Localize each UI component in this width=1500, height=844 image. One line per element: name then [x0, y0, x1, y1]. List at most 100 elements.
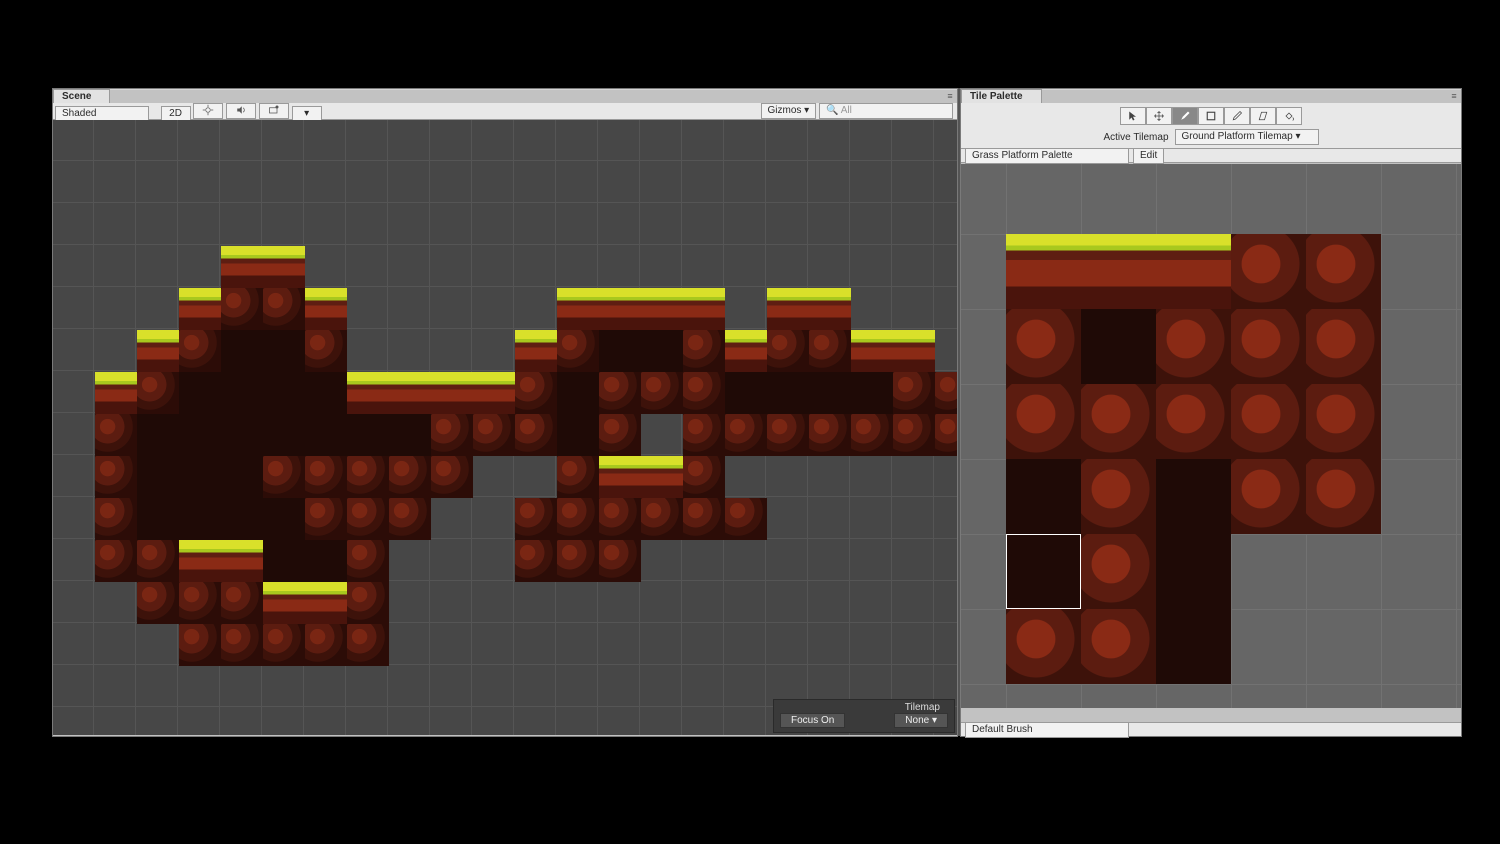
level-tile[interactable]	[725, 498, 767, 540]
level-tile[interactable]	[221, 624, 263, 666]
level-tile[interactable]	[305, 498, 347, 540]
level-tile[interactable]	[347, 414, 389, 456]
level-tile[interactable]	[263, 540, 305, 582]
level-tile[interactable]	[515, 414, 557, 456]
level-tile[interactable]	[683, 330, 725, 372]
level-tile[interactable]	[179, 288, 221, 330]
level-tile[interactable]	[431, 456, 473, 498]
palette-tile[interactable]	[1006, 384, 1081, 459]
level-tile[interactable]	[137, 540, 179, 582]
level-tile[interactable]	[557, 330, 599, 372]
level-tile[interactable]	[95, 540, 137, 582]
level-tile[interactable]	[389, 372, 431, 414]
level-tile[interactable]	[95, 414, 137, 456]
palette-tile[interactable]	[1156, 534, 1231, 609]
palette-tile[interactable]	[1156, 309, 1231, 384]
level-tile[interactable]	[809, 288, 851, 330]
palette-tile[interactable]	[1081, 459, 1156, 534]
level-tile[interactable]	[641, 288, 683, 330]
active-tilemap-dropdown[interactable]: Ground Platform Tilemap ▾	[1175, 129, 1319, 145]
level-tile[interactable]	[263, 372, 305, 414]
box-tool-icon[interactable]	[1198, 107, 1224, 125]
level-tile[interactable]	[179, 582, 221, 624]
level-tile[interactable]	[809, 330, 851, 372]
level-tile[interactable]	[179, 372, 221, 414]
level-tile[interactable]	[389, 414, 431, 456]
level-tile[interactable]	[221, 288, 263, 330]
level-tile[interactable]	[767, 414, 809, 456]
level-tile[interactable]	[683, 372, 725, 414]
level-tile[interactable]	[305, 414, 347, 456]
palette-selector-dropdown[interactable]: Grass Platform Palette	[965, 148, 1129, 164]
level-tile[interactable]	[767, 372, 809, 414]
palette-tile[interactable]	[1006, 609, 1081, 684]
palette-tile[interactable]	[1306, 309, 1381, 384]
palette-tile[interactable]	[1306, 459, 1381, 534]
palette-tile[interactable]	[1306, 384, 1381, 459]
level-tile[interactable]	[725, 372, 767, 414]
level-tile[interactable]	[767, 330, 809, 372]
move-tool-icon[interactable]	[1146, 107, 1172, 125]
level-tile[interactable]	[893, 414, 935, 456]
palette-tile[interactable]	[1231, 384, 1306, 459]
palette-tile[interactable]	[1231, 459, 1306, 534]
palette-tile[interactable]	[1081, 609, 1156, 684]
level-tile[interactable]	[515, 330, 557, 372]
palette-edit-button[interactable]: Edit	[1133, 148, 1164, 164]
level-tile[interactable]	[137, 456, 179, 498]
level-tile[interactable]	[557, 498, 599, 540]
level-tile[interactable]	[557, 372, 599, 414]
level-tile[interactable]	[347, 582, 389, 624]
level-tile[interactable]	[221, 246, 263, 288]
level-tile[interactable]	[725, 330, 767, 372]
focus-on-button[interactable]: Focus On	[780, 713, 845, 728]
level-tile[interactable]	[221, 582, 263, 624]
level-tile[interactable]	[347, 456, 389, 498]
level-tile[interactable]	[557, 288, 599, 330]
level-tile[interactable]	[263, 414, 305, 456]
level-tile[interactable]	[431, 414, 473, 456]
level-tile[interactable]	[599, 330, 641, 372]
level-tile[interactable]	[179, 414, 221, 456]
focus-target-dropdown[interactable]: None ▾	[894, 713, 948, 728]
level-tile[interactable]	[221, 372, 263, 414]
level-tile[interactable]	[557, 540, 599, 582]
level-tile[interactable]	[221, 414, 263, 456]
palette-tile[interactable]	[1006, 309, 1081, 384]
level-tile[interactable]	[95, 456, 137, 498]
level-tile[interactable]	[137, 498, 179, 540]
palette-tile[interactable]	[1156, 459, 1231, 534]
level-tile[interactable]	[95, 372, 137, 414]
palette-tile[interactable]	[1081, 534, 1156, 609]
level-tile[interactable]	[515, 372, 557, 414]
level-tile[interactable]	[683, 288, 725, 330]
palette-tile[interactable]	[1156, 384, 1231, 459]
level-tile[interactable]	[935, 414, 957, 456]
level-tile[interactable]	[389, 456, 431, 498]
palette-tile[interactable]	[1156, 609, 1231, 684]
tile-palette-tab[interactable]: Tile Palette	[961, 89, 1042, 104]
level-tile[interactable]	[767, 288, 809, 330]
level-tile[interactable]	[641, 330, 683, 372]
brush-selector-dropdown[interactable]: Default Brush	[965, 722, 1129, 738]
level-tile[interactable]	[851, 330, 893, 372]
level-tile[interactable]	[347, 372, 389, 414]
palette-tile[interactable]	[1081, 234, 1156, 309]
level-tile[interactable]	[515, 498, 557, 540]
scene-search-input[interactable]: 🔍 All	[819, 103, 953, 119]
level-tile[interactable]	[263, 582, 305, 624]
scene-viewport[interactable]: Tilemap Focus On None ▾	[53, 120, 957, 735]
level-tile[interactable]	[221, 498, 263, 540]
level-tile[interactable]	[137, 372, 179, 414]
level-tile[interactable]	[305, 540, 347, 582]
level-tile[interactable]	[641, 372, 683, 414]
palette-tile[interactable]	[1006, 534, 1081, 609]
level-tile[interactable]	[557, 456, 599, 498]
level-tile[interactable]	[599, 414, 641, 456]
palette-tile[interactable]	[1081, 384, 1156, 459]
level-tile[interactable]	[641, 456, 683, 498]
level-tile[interactable]	[683, 414, 725, 456]
level-tile[interactable]	[305, 624, 347, 666]
level-tile[interactable]	[893, 372, 935, 414]
level-tile[interactable]	[95, 498, 137, 540]
